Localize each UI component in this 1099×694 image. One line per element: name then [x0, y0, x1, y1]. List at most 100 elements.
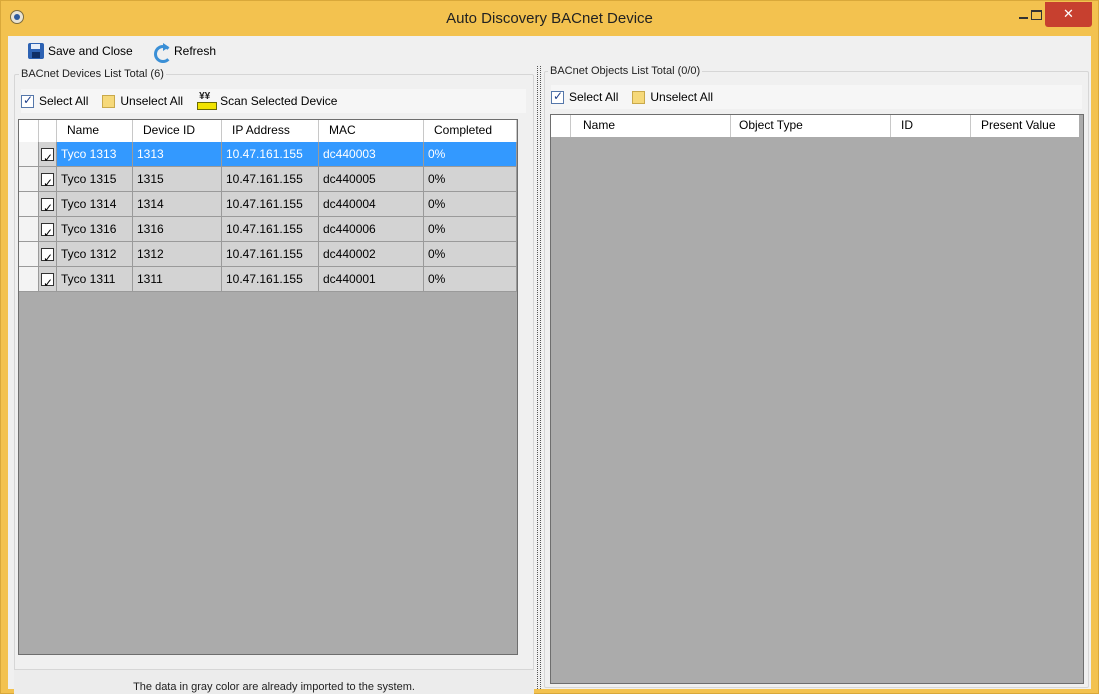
row-header[interactable] — [19, 217, 39, 242]
save-and-close-button[interactable]: Save and Close — [28, 42, 133, 60]
column-header-name[interactable]: Name — [57, 120, 133, 142]
select-all-label: Select All — [39, 94, 89, 108]
cell-ip-address[interactable]: 10.47.161.155 — [222, 142, 319, 167]
column-header-ip-address[interactable]: IP Address — [222, 120, 319, 142]
devices-grid-header: Name Device ID IP Address MAC Completed — [19, 120, 517, 142]
row-header-corner — [19, 120, 39, 142]
checkbox-column-header — [39, 120, 57, 142]
save-and-close-label: Save and Close — [48, 44, 133, 58]
cell-mac[interactable]: dc440002 — [319, 242, 424, 267]
objects-group-title: BACnet Objects List Total (0/0) — [548, 65, 703, 77]
devices-selection-bar: Select All Unselect All Scan Selected De… — [21, 89, 526, 113]
column-header-completed[interactable]: Completed — [424, 120, 517, 142]
row-header-corner — [551, 115, 571, 137]
cell-completed[interactable]: 0% — [424, 142, 517, 167]
unselect-all-label: Unselect All — [650, 90, 714, 104]
checkmark-icon — [41, 146, 54, 166]
column-header-name[interactable]: Name — [571, 115, 731, 137]
checkmark-icon — [41, 221, 54, 241]
checkmark-icon — [41, 171, 54, 191]
row-checkbox[interactable] — [39, 142, 57, 167]
row-checkbox[interactable] — [39, 242, 57, 267]
cell-device-id[interactable]: 1316 — [133, 217, 222, 242]
table-row[interactable]: Tyco 1314131410.47.161.155dc4400040% — [19, 192, 517, 217]
row-header[interactable] — [19, 242, 39, 267]
column-header-id[interactable]: ID — [891, 115, 971, 137]
table-row[interactable]: Tyco 1312131210.47.161.155dc4400020% — [19, 242, 517, 267]
objects-grid[interactable]: Name Object Type ID Present Value — [550, 114, 1084, 684]
objects-select-all-button[interactable]: Select All — [551, 89, 619, 104]
objects-grid-header: Name Object Type ID Present Value — [551, 115, 1079, 137]
column-header-object-type[interactable]: Object Type — [731, 115, 891, 137]
cell-name[interactable]: Tyco 1312 — [57, 242, 133, 267]
refresh-icon — [152, 43, 172, 63]
cell-name[interactable]: Tyco 1315 — [57, 167, 133, 192]
select-all-label: Select All — [569, 90, 619, 104]
devices-group: BACnet Devices List Total (6) Select All… — [14, 68, 534, 694]
cell-mac[interactable]: dc440006 — [319, 217, 424, 242]
checkmark-icon — [41, 196, 54, 216]
table-row[interactable]: Tyco 1313131310.47.161.155dc4400030% — [19, 142, 517, 167]
app-window: Auto Discovery BACnet Device Save and Cl… — [0, 0, 1099, 694]
cell-completed[interactable]: 0% — [424, 267, 517, 292]
cell-name[interactable]: Tyco 1314 — [57, 192, 133, 217]
cell-ip-address[interactable]: 10.47.161.155 — [222, 217, 319, 242]
cell-mac[interactable]: dc440005 — [319, 167, 424, 192]
unchecked-box-icon — [102, 94, 116, 108]
row-checkbox[interactable] — [39, 192, 57, 217]
row-checkbox[interactable] — [39, 267, 57, 292]
column-header-device-id[interactable]: Device ID — [133, 120, 222, 142]
cell-name[interactable]: Tyco 1316 — [57, 217, 133, 242]
devices-unselect-all-button[interactable]: Unselect All — [102, 94, 183, 108]
client-area: Save and Close Refresh BACnet Devices Li… — [8, 36, 1091, 694]
close-button[interactable] — [1045, 2, 1092, 27]
cell-ip-address[interactable]: 10.47.161.155 — [222, 167, 319, 192]
cell-device-id[interactable]: 1311 — [133, 267, 222, 292]
checked-box-icon — [551, 89, 564, 104]
refresh-label: Refresh — [174, 44, 217, 58]
devices-grid[interactable]: Name Device ID IP Address MAC Completed … — [18, 119, 518, 655]
row-header[interactable] — [19, 142, 39, 167]
title-bar[interactable]: Auto Discovery BACnet Device — [1, 1, 1098, 36]
panel-splitter[interactable] — [537, 66, 541, 689]
row-header[interactable] — [19, 267, 39, 292]
row-header[interactable] — [19, 167, 39, 192]
table-row[interactable]: Tyco 1311131110.47.161.155dc4400010% — [19, 267, 517, 292]
scan-selected-device-button[interactable]: Scan Selected Device — [197, 93, 338, 110]
checkmark-icon — [41, 271, 54, 291]
cell-device-id[interactable]: 1315 — [133, 167, 222, 192]
cell-device-id[interactable]: 1313 — [133, 142, 222, 167]
cell-completed[interactable]: 0% — [424, 242, 517, 267]
cell-mac[interactable]: dc440004 — [319, 192, 424, 217]
objects-unselect-all-button[interactable]: Unselect All — [632, 90, 713, 104]
row-header[interactable] — [19, 192, 39, 217]
cell-ip-address[interactable]: 10.47.161.155 — [222, 267, 319, 292]
window-title: Auto Discovery BACnet Device — [446, 10, 653, 27]
cell-name[interactable]: Tyco 1313 — [57, 142, 133, 167]
cell-ip-address[interactable]: 10.47.161.155 — [222, 192, 319, 217]
cell-mac[interactable]: dc440003 — [319, 142, 424, 167]
cell-completed[interactable]: 0% — [424, 192, 517, 217]
floppy-disk-icon — [28, 43, 44, 59]
cell-name[interactable]: Tyco 1311 — [57, 267, 133, 292]
row-checkbox[interactable] — [39, 217, 57, 242]
devices-select-all-button[interactable]: Select All — [21, 93, 89, 108]
column-header-mac[interactable]: MAC — [319, 120, 424, 142]
cell-completed[interactable]: 0% — [424, 217, 517, 242]
scan-icon — [197, 93, 218, 110]
devices-group-title: BACnet Devices List Total (6) — [19, 68, 166, 80]
objects-selection-bar: Select All Unselect All — [551, 85, 1082, 109]
checkmark-icon — [41, 246, 54, 266]
scan-selected-label: Scan Selected Device — [220, 94, 338, 108]
row-checkbox[interactable] — [39, 167, 57, 192]
cell-ip-address[interactable]: 10.47.161.155 — [222, 242, 319, 267]
toolbar: Save and Close Refresh — [8, 40, 1091, 63]
cell-device-id[interactable]: 1312 — [133, 242, 222, 267]
column-header-present-value[interactable]: Present Value — [971, 115, 1079, 137]
cell-device-id[interactable]: 1314 — [133, 192, 222, 217]
cell-completed[interactable]: 0% — [424, 167, 517, 192]
table-row[interactable]: Tyco 1315131510.47.161.155dc4400050% — [19, 167, 517, 192]
table-row[interactable]: Tyco 1316131610.47.161.155dc4400060% — [19, 217, 517, 242]
cell-mac[interactable]: dc440001 — [319, 267, 424, 292]
refresh-button[interactable]: Refresh — [152, 42, 217, 63]
